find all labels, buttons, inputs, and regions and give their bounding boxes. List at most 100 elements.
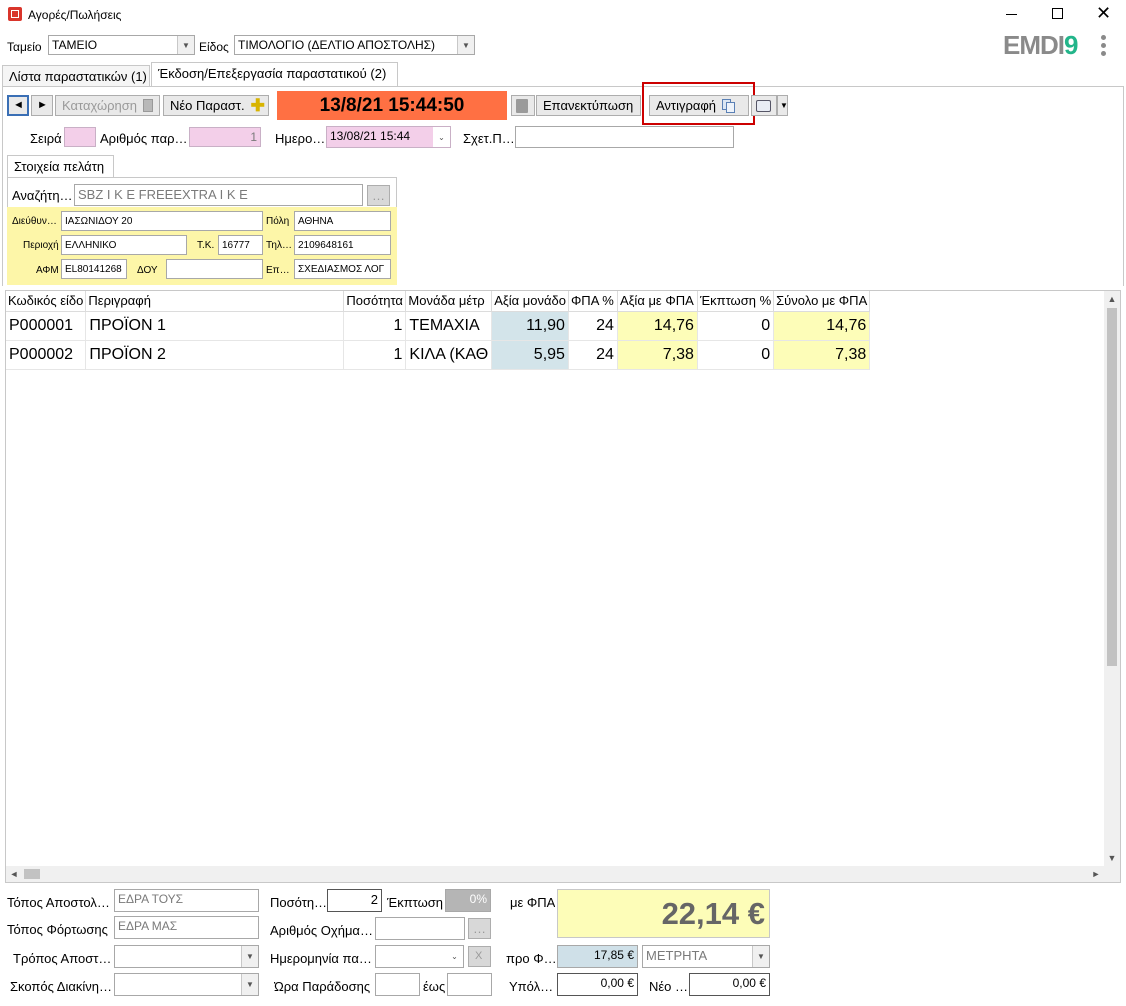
tab-edit[interactable]: Έκδοση/Επεξεργασία παραστατικού (2) [151,62,398,87]
cell-code[interactable]: P000002 [6,340,87,370]
delivery-time-from[interactable] [375,973,420,996]
tab-list[interactable]: Λίστα παραστατικών (1) [2,65,150,87]
next-button[interactable]: ► [31,95,53,116]
arithmos-field[interactable]: 1 [189,127,261,147]
cell-vat[interactable]: 24 [568,340,618,370]
eidos-select[interactable]: ΤΙΜΟΛΟΓΙΟ (ΔΕΛΤΙΟ ΑΠΟΣΤΟΛΗΣ) ▼ [234,35,475,55]
chevron-down-icon[interactable]: ▼ [241,974,258,995]
date-field[interactable]: 13/08/21 15:44 ⌄ [326,126,451,148]
afm-field[interactable]: EL80141268 [61,259,127,279]
minimize-icon[interactable] [1006,14,1017,15]
tk-field[interactable]: 16777 [218,235,263,255]
tel-field[interactable]: 2109648161 [294,235,391,255]
vertical-scroll-thumb[interactable] [1107,308,1117,666]
topos-fortosis-field[interactable]: ΕΔΡΑ ΜΑΣ [114,916,259,939]
cell-quantity[interactable]: 1 [343,340,407,370]
cell-discount[interactable]: 0 [697,340,775,370]
col-quantity[interactable]: Ποσότητα [343,291,407,312]
area-field[interactable]: ΕΛΛΗΝΙΚΟ [61,235,187,255]
horizontal-scroll-thumb[interactable] [24,869,40,879]
tameio-select[interactable]: ΤΑΜΕΙΟ ▼ [48,35,195,55]
trash-icon [516,98,528,113]
occupation-field[interactable]: ΣΧΕΔΙΑΣΜΟΣ ΛΟΓ [294,259,391,279]
net-value-field[interactable]: 17,85 € [557,945,638,968]
table-row[interactable]: P000002 ΠΡΟΪΟΝ 2 1 ΚΙΛΑ (ΚΑΘ 5,95 24 7,3… [6,340,871,370]
doy-field[interactable] [166,259,263,279]
scroll-left-icon[interactable]: ◄ [6,866,22,882]
cell-description[interactable]: ΠΡΟΪΟΝ 1 [85,311,345,341]
cell-unit[interactable]: ΤΕΜΑΧΙΑ [405,311,493,341]
customer-search-input[interactable]: SBZ I K E FREEEXTRA I K E [74,184,363,206]
cell-unit-value[interactable]: 5,95 [491,340,569,370]
posot-field[interactable]: 2 [327,889,382,912]
scroll-down-icon[interactable]: ▼ [1104,850,1120,867]
print-button[interactable] [751,95,777,116]
delivery-time-to[interactable] [447,973,492,996]
tameio-label: Ταμείο [7,40,42,54]
new-document-button[interactable]: Νέο Παραστ. ✚ [163,95,269,116]
tropos-select[interactable]: ▼ [114,945,259,968]
city-field[interactable]: ΑΘΗΝΑ [294,211,391,231]
topos-apostolis-field[interactable]: ΕΔΡΑ ΤΟΥΣ [114,889,259,912]
scroll-right-icon[interactable]: ► [1088,866,1104,882]
seira-field[interactable] [64,127,96,147]
cell-quantity[interactable]: 1 [343,311,407,341]
chevron-down-icon[interactable]: ▼ [457,36,474,54]
delivery-date-field[interactable]: ⌄ [375,945,464,968]
new-balance-field[interactable]: 0,00 € [689,973,770,996]
cell-description[interactable]: ΠΡΟΪΟΝ 2 [85,340,345,370]
cell-total-vat[interactable]: 14,76 [773,311,871,341]
app-icon [8,7,22,21]
chevron-down-icon[interactable]: ▼ [241,946,258,967]
ekptosi-label: Έκπτωση [387,895,444,910]
scroll-corner [1104,866,1120,882]
scroll-up-icon[interactable]: ▲ [1104,291,1120,308]
chevron-down-icon[interactable]: ▼ [177,36,194,54]
title-bar: Αγορές/Πωλήσεις ✕ [0,0,1126,30]
oxima-button[interactable]: … [468,918,491,939]
clear-date-button[interactable]: X [468,946,491,967]
related-document-field[interactable] [515,126,734,148]
customer-search-label: Αναζήτη… [12,188,73,203]
cell-unit-value[interactable]: 11,90 [491,311,569,341]
vertical-scrollbar[interactable]: ▲ ▼ [1104,291,1120,867]
col-code[interactable]: Κωδικός είδο [6,291,87,312]
col-unit[interactable]: Μονάδα μέτρ [405,291,493,312]
kebab-menu-icon[interactable] [1101,35,1107,57]
horizontal-scrollbar[interactable]: ◄ ► [6,866,1104,882]
skopos-select[interactable]: ▼ [114,973,259,996]
customer-search-button[interactable]: … [367,185,390,206]
items-table[interactable]: Κωδικός είδο Περιγραφή Ποσότητα Μονάδα μ… [6,291,871,370]
col-unit-value[interactable]: Αξία μονάδο [491,291,569,312]
maximize-icon[interactable] [1052,8,1063,19]
address-field[interactable]: ΙΑΣΩΝΙΔΟΥ 20 [61,211,263,231]
chevron-down-icon[interactable]: ⌄ [433,127,450,147]
payment-method-select[interactable]: ΜΕΤΡΗΤΑ ▼ [642,945,770,968]
col-description[interactable]: Περιγραφή [85,291,345,312]
cell-value-vat[interactable]: 7,38 [617,340,698,370]
cell-discount[interactable]: 0 [697,311,775,341]
cell-value-vat[interactable]: 14,76 [617,311,698,341]
balance-field[interactable]: 0,00 € [557,973,638,996]
table-row[interactable]: P000001 ΠΡΟΪΟΝ 1 1 ΤΕΜΑΧΙΑ 11,90 24 14,7… [6,311,871,341]
customer-tab[interactable]: Στοιχεία πελάτη [7,155,114,178]
prev-button[interactable]: ◄ [7,95,29,116]
col-discount[interactable]: Έκπτωση % [697,291,775,312]
col-total-vat[interactable]: Σύνολο με ΦΠΑ [773,291,871,312]
city-value: ΑΘΗΝΑ [298,216,334,227]
cell-unit[interactable]: ΚΙΛΑ (ΚΑΘ [405,340,493,370]
col-value-vat[interactable]: Αξία με ΦΠΑ [617,291,698,312]
oxima-field[interactable] [375,917,465,940]
reprint-button[interactable]: Επανεκτύπωση [536,95,641,116]
delete-button[interactable] [511,95,535,116]
chevron-down-icon[interactable]: ⌄ [446,946,463,967]
save-button[interactable]: Καταχώρηση [55,95,160,116]
ekptosi-field[interactable]: 0% [445,889,491,912]
cell-code[interactable]: P000001 [6,311,87,341]
cell-vat[interactable]: 24 [568,311,618,341]
col-vat[interactable]: ΦΠΑ % [568,291,618,312]
chevron-down-icon[interactable]: ▼ [752,946,769,967]
cell-total-vat[interactable]: 7,38 [773,340,871,370]
print-menu-button[interactable]: ▼ [777,95,788,116]
close-icon[interactable]: ✕ [1096,4,1112,22]
